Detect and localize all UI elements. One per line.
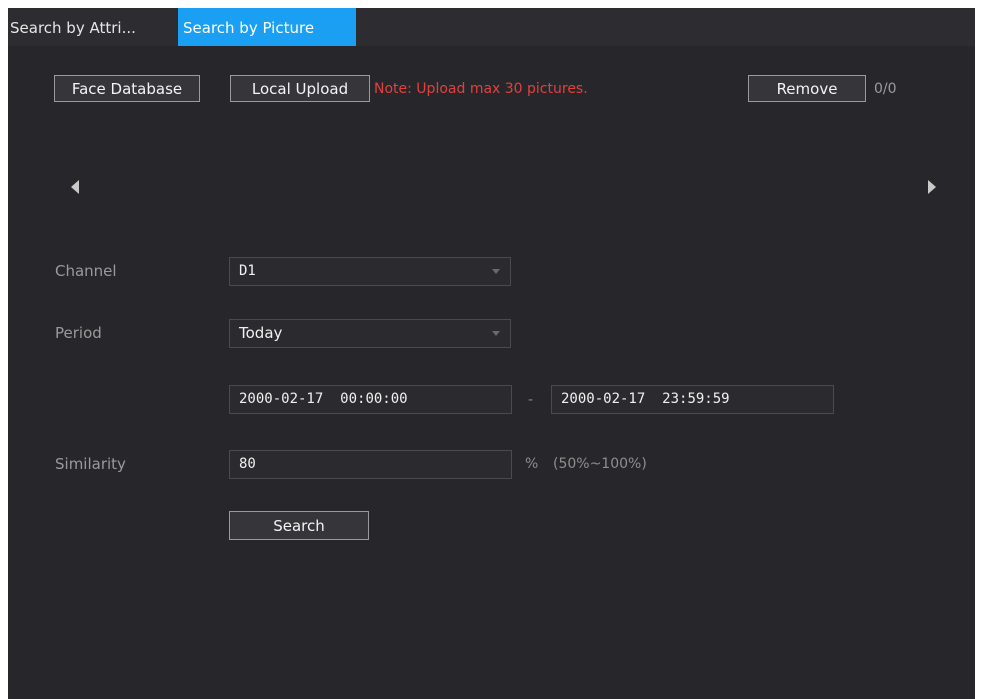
tab-bar: Search by Attri... Search by Picture xyxy=(8,8,975,46)
next-arrow-icon[interactable] xyxy=(928,180,936,194)
tab-search-by-attributes[interactable]: Search by Attri... xyxy=(8,8,172,46)
start-time: 00:00:00 xyxy=(340,391,408,407)
chevron-down-icon xyxy=(492,331,500,336)
range-separator: - xyxy=(528,392,534,408)
start-datetime-field[interactable]: 2000-02-17 00:00:00 xyxy=(229,385,512,414)
similarity-value: 80 xyxy=(239,456,256,472)
channel-select[interactable]: D1 xyxy=(229,257,511,286)
channel-value: D1 xyxy=(239,263,256,279)
chevron-down-icon xyxy=(492,269,500,274)
period-select[interactable]: Today xyxy=(229,319,511,348)
start-date: 2000-02-17 xyxy=(239,391,324,407)
search-button[interactable]: Search xyxy=(229,511,369,540)
tab-search-by-picture[interactable]: Search by Picture xyxy=(178,8,356,46)
previous-arrow-icon[interactable] xyxy=(71,180,79,194)
search-by-picture-screen: Search by Attri... Search by Picture Fac… xyxy=(8,8,975,699)
channel-label: Channel xyxy=(55,262,117,280)
face-database-button[interactable]: Face Database xyxy=(54,75,200,102)
remove-button[interactable]: Remove xyxy=(748,75,866,102)
local-upload-button[interactable]: Local Upload xyxy=(230,75,370,102)
similarity-input[interactable]: 80 xyxy=(229,450,512,479)
similarity-unit: % xyxy=(525,456,539,472)
similarity-range: (50%~100%) xyxy=(553,456,647,472)
similarity-label: Similarity xyxy=(55,455,126,473)
upload-note: Note: Upload max 30 pictures. xyxy=(374,81,588,97)
end-time: 23:59:59 xyxy=(662,391,730,407)
picture-count: 0/0 xyxy=(874,81,897,97)
period-value: Today xyxy=(239,324,283,342)
period-label: Period xyxy=(55,324,102,342)
end-date: 2000-02-17 xyxy=(561,391,646,407)
end-datetime-field[interactable]: 2000-02-17 23:59:59 xyxy=(551,385,834,414)
